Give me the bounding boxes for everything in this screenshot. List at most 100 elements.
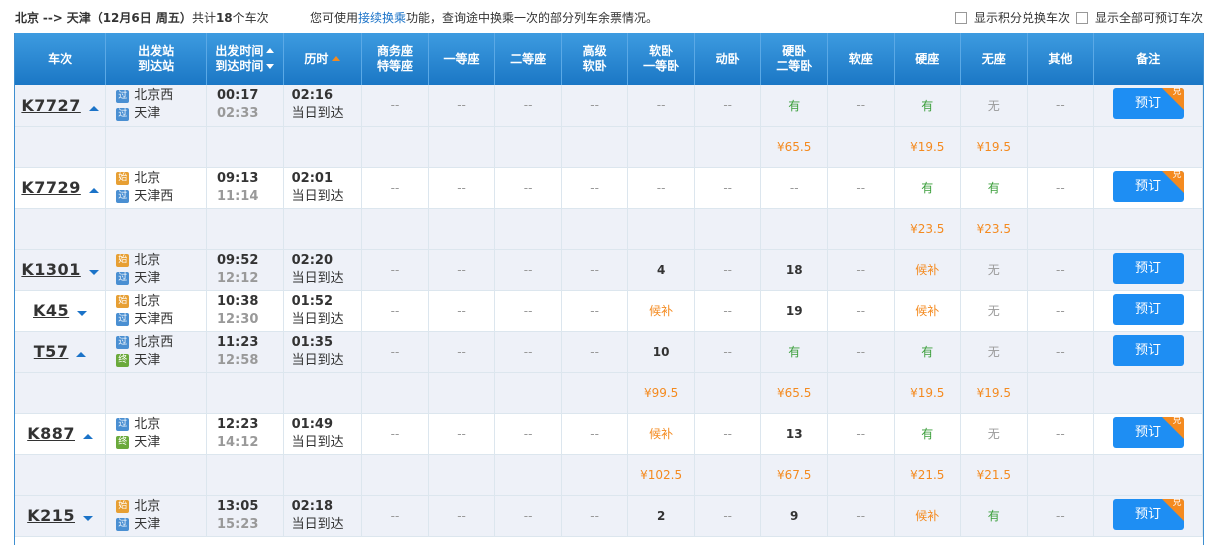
seat-hardseat-cell[interactable]: 有 — [894, 85, 962, 127]
seat-hard-cell[interactable]: 18 — [760, 249, 828, 291]
bookable-checkbox[interactable] — [1076, 11, 1088, 24]
seat-availability: -- — [856, 303, 866, 318]
seat-softseat-cell: -- — [827, 167, 895, 209]
seat-hard-cell[interactable]: 有 — [760, 85, 828, 127]
seat-soft-cell[interactable]: 10 — [627, 331, 695, 373]
price-gsoft-cell — [561, 454, 629, 496]
seat-availability: 9 — [790, 508, 799, 523]
seat-soft-cell[interactable]: 候补 — [627, 413, 695, 455]
seat-noseat-cell: 无 — [960, 331, 1028, 373]
points-exchange-checkbox[interactable] — [955, 11, 967, 24]
seat-price: ¥23.5 — [910, 221, 945, 236]
arrival-station: 过天津 — [116, 270, 206, 288]
route-summary: 北京 --> 天津（12月6日 周五）共计18个车次 — [15, 9, 269, 26]
seat-hard-cell[interactable]: 有 — [760, 331, 828, 373]
price-noseat-cell: ¥21.5 — [960, 454, 1028, 496]
train-number-link[interactable]: K215 — [27, 506, 75, 525]
seat-hardseat-cell[interactable]: 有 — [894, 413, 962, 455]
remark-cell: 预订兑 — [1093, 85, 1203, 127]
sort-arrival[interactable]: 到达时间 — [215, 59, 274, 73]
col-second: 二等座 — [494, 33, 562, 85]
price-spacer — [1093, 208, 1203, 250]
train-number-link[interactable]: K7729 — [21, 178, 80, 197]
seat-hardseat-cell[interactable]: 有 — [894, 167, 962, 209]
col-duration[interactable]: 历时 — [283, 33, 363, 85]
train-count: 18 — [215, 11, 233, 25]
remark-cell: 预订兑 — [1093, 413, 1203, 455]
collapse-icon[interactable] — [88, 105, 99, 111]
train-number-link[interactable]: K1301 — [21, 260, 80, 279]
duration-cell: 02:18 当日到达 — [283, 495, 363, 537]
col-softseat: 软座 — [827, 33, 895, 85]
collapse-icon[interactable] — [76, 352, 87, 357]
duration: 01:49 — [291, 416, 334, 432]
expand-icon[interactable] — [83, 516, 93, 521]
seat-hardseat-cell[interactable]: 有 — [894, 331, 962, 373]
book-button[interactable]: 预订兑 — [1112, 416, 1184, 448]
seat-soft-cell[interactable]: 4 — [627, 249, 695, 291]
points-exchange-badge: 兑 — [1172, 88, 1182, 98]
price-softseat-cell — [827, 372, 895, 414]
duration-cell: 02:01 当日到达 — [283, 167, 363, 209]
train-number-link[interactable]: K7727 — [21, 96, 80, 115]
seat-availability: -- — [590, 303, 599, 318]
book-button[interactable]: 预订兑 — [1112, 88, 1184, 120]
seat-hard-cell[interactable]: 19 — [760, 290, 828, 332]
book-button[interactable]: 预订 — [1112, 334, 1184, 366]
book-button[interactable]: 预订兑 — [1112, 170, 1184, 202]
price-dongwo-cell — [694, 372, 762, 414]
seat-availability: 有 — [921, 181, 934, 195]
seat-availability: 候补 — [915, 304, 940, 318]
arrival-station-name: 天津 — [134, 516, 161, 532]
count-prefix: 共计 — [191, 11, 216, 25]
seat-business-cell: -- — [361, 495, 429, 537]
seat-soft-cell: -- — [627, 167, 695, 209]
seat-hardseat-cell[interactable]: 候补 — [894, 249, 962, 291]
collapse-icon[interactable] — [83, 434, 93, 439]
times-cell: 09:52 12:12 — [206, 249, 284, 291]
seat-availability: -- — [523, 180, 533, 195]
expand-icon[interactable] — [77, 311, 88, 316]
price-gsoft-cell — [561, 372, 629, 414]
departure-time: 09:52 — [217, 252, 259, 268]
col-times[interactable]: 出发时间 到达时间 — [206, 33, 284, 85]
book-button[interactable]: 预订 — [1112, 293, 1184, 325]
price-softseat-cell — [827, 126, 895, 168]
seat-soft-cell[interactable]: 2 — [627, 495, 695, 537]
arrival-day: 当日到达 — [291, 352, 344, 368]
seat-other-cell: -- — [1027, 413, 1095, 455]
seat-noseat-cell[interactable]: 有 — [960, 495, 1028, 537]
train-number-link[interactable]: T57 — [34, 342, 69, 361]
bookable-option[interactable]: 显示全部可预订车次 — [1076, 9, 1203, 26]
seat-availability: -- — [856, 344, 866, 359]
book-button[interactable]: 预订兑 — [1112, 498, 1184, 530]
seat-noseat-cell[interactable]: 有 — [960, 167, 1028, 209]
seat-availability: 无 — [987, 98, 1000, 113]
seat-hardseat-cell[interactable]: 候补 — [894, 290, 962, 332]
price-soft-cell: ¥102.5 — [627, 454, 695, 496]
transfer-link[interactable]: 接续换乘 — [358, 11, 406, 25]
pass-station-icon: 过 — [116, 190, 130, 203]
sort-duration[interactable]: 历时 — [304, 52, 340, 66]
points-exchange-option[interactable]: 显示积分兑换车次 — [955, 9, 1070, 26]
seat-availability: -- — [390, 344, 400, 359]
pass-station-icon: 过 — [116, 518, 130, 531]
departure-station-name: 北京 — [134, 498, 161, 514]
seat-soft-cell[interactable]: 候补 — [627, 290, 695, 332]
col-train: 车次 — [15, 33, 107, 85]
train-number-link[interactable]: K887 — [27, 424, 75, 443]
seat-other-cell: -- — [1027, 495, 1095, 537]
collapse-icon[interactable] — [88, 188, 99, 193]
train-number-link[interactable]: K45 — [33, 301, 69, 320]
seat-availability: -- — [1055, 180, 1065, 195]
seat-hard-cell[interactable]: 9 — [760, 495, 828, 537]
sort-departure[interactable]: 出发时间 — [215, 44, 274, 58]
book-button[interactable]: 预订 — [1112, 252, 1184, 284]
departure-station-name: 北京西 — [134, 88, 174, 104]
seat-availability: -- — [457, 262, 466, 277]
price-spacer — [1093, 372, 1203, 414]
seat-hardseat-cell[interactable]: 候补 — [894, 495, 962, 537]
expand-icon[interactable] — [88, 270, 99, 275]
seat-hard-cell[interactable]: 13 — [760, 413, 828, 455]
seat-availability: 13 — [785, 426, 803, 441]
